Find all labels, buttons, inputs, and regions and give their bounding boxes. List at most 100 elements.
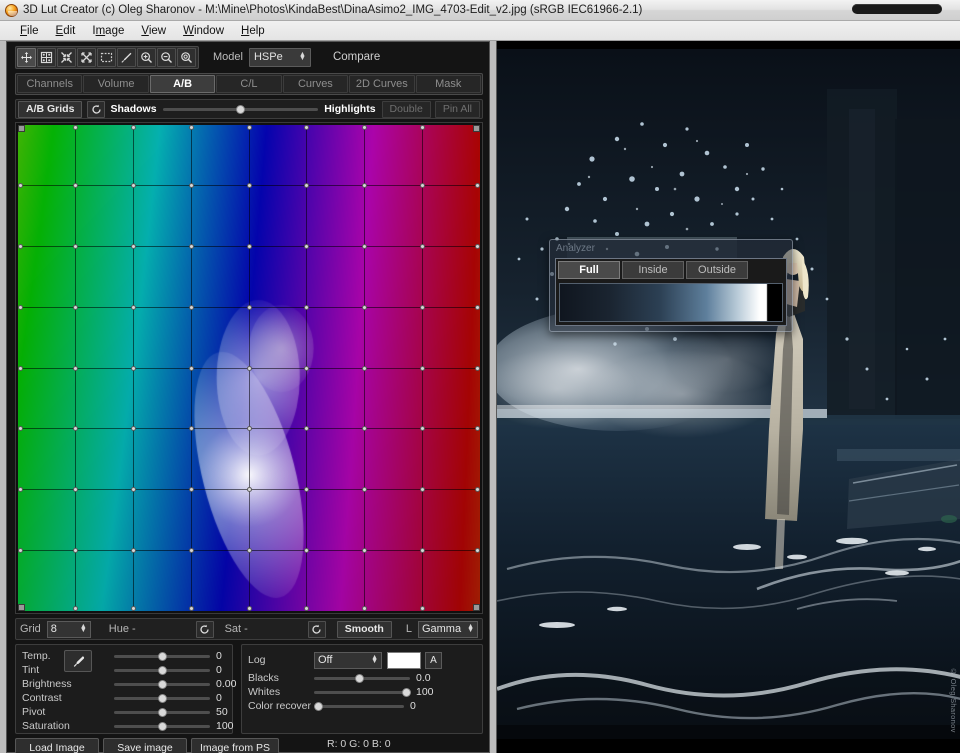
grid-node[interactable] [246,486,252,492]
tab-volume[interactable]: Volume [83,75,149,93]
window-controls-strip[interactable] [852,4,942,14]
slider-knob[interactable] [355,673,364,683]
grid-node[interactable] [361,304,367,310]
grid-edge-node[interactable] [474,365,480,371]
compare-button[interactable]: Compare [333,51,380,63]
grid-node[interactable] [419,304,425,310]
pivot-slider[interactable] [114,705,210,719]
slider-knob[interactable] [158,721,167,731]
grid-node[interactable] [72,547,78,553]
grid-node[interactable] [188,304,194,310]
grid-size-select[interactable]: 8 ▲ ▼ [46,620,91,638]
grid-node[interactable] [303,243,309,249]
grid-edge-node[interactable] [18,182,23,188]
slider-row-saturation[interactable]: Saturation 100 [22,719,234,733]
grid-edge-node[interactable] [246,605,252,611]
pin-all-button[interactable]: Pin All [434,100,480,118]
grid-edge-node[interactable] [18,547,23,553]
grid-node[interactable] [130,486,136,492]
grid-node[interactable] [130,365,136,371]
analyzer-tab-full[interactable]: Full [558,261,620,279]
grid-node[interactable] [419,365,425,371]
grid-edge-node[interactable] [303,605,309,611]
grid-edge-node[interactable] [474,547,480,553]
grid-node[interactable] [246,365,252,371]
temp-slider[interactable] [114,649,210,663]
slider-knob[interactable] [158,693,167,703]
grid-node[interactable] [419,243,425,249]
load-image-button[interactable]: Load Image [15,738,99,753]
slider-row-blacks[interactable]: Blacks 0.0 [248,671,476,685]
grid-edge-node[interactable] [474,304,480,310]
auto-button[interactable]: A [425,651,442,669]
color-grid-canvas[interactable] [18,125,480,611]
grid-node[interactable] [246,425,252,431]
grid-edge-node[interactable] [303,125,309,130]
grid-node[interactable] [419,547,425,553]
color-recover-slider[interactable] [314,699,404,713]
grid-corner-handle[interactable] [18,125,25,132]
grid-node[interactable] [188,425,194,431]
zoom-out-tool-icon[interactable] [157,47,176,67]
save-image-button[interactable]: Save image [103,738,187,753]
grid-node[interactable] [246,182,252,188]
grid-edge-node[interactable] [188,605,194,611]
grid-node[interactable] [361,182,367,188]
analyzer-tab-inside[interactable]: Inside [622,261,684,279]
smooth-button[interactable]: Smooth [336,620,392,638]
grid-node[interactable] [130,304,136,310]
grid-node[interactable] [419,486,425,492]
grid-edge-node[interactable] [130,125,136,130]
grid-node[interactable] [419,182,425,188]
grid-edge-node[interactable] [72,605,78,611]
sat-reset-icon[interactable] [307,620,326,638]
grid-node[interactable] [72,486,78,492]
grid-edge-node[interactable] [18,425,23,431]
grid-edge-node[interactable] [474,243,480,249]
image-from-ps-button[interactable]: Image from PS [191,738,279,753]
grid-node[interactable] [246,547,252,553]
grid-node[interactable] [303,425,309,431]
grid-node[interactable] [188,365,194,371]
grid-edge-node[interactable] [18,486,23,492]
grid-node[interactable] [361,365,367,371]
grid-node[interactable] [188,182,194,188]
grid-node[interactable] [246,243,252,249]
brush-tool-icon[interactable] [117,47,136,67]
grid-edge-node[interactable] [474,182,480,188]
saturation-slider[interactable] [114,719,210,733]
tab-mask[interactable]: Mask [415,75,481,93]
slider-row-pivot[interactable]: Pivot 50 [22,705,228,719]
zoom-fit-tool-icon[interactable] [177,47,196,67]
slider-row-temp[interactable]: Temp. 0 [22,649,226,663]
grid-node[interactable] [361,486,367,492]
grid-edge-node[interactable] [246,125,252,130]
grid-node[interactable] [188,547,194,553]
grid-corner-handle[interactable] [18,604,25,611]
whites-slider[interactable] [314,685,411,699]
ab-grids-button[interactable]: A/B Grids [18,100,83,118]
slider-knob[interactable] [402,687,411,697]
log-select[interactable]: Off ▲ ▼ [314,651,382,669]
grid-node[interactable] [130,425,136,431]
grid-node[interactable] [72,182,78,188]
eyedropper-icon[interactable] [64,650,92,672]
slider-row-color-recover[interactable]: Color recover 0 [248,699,476,713]
grid-node[interactable] [303,304,309,310]
grid-node[interactable] [361,243,367,249]
tab-ab[interactable]: A/B [149,75,216,93]
tint-slider[interactable] [114,663,210,677]
slider-knob[interactable] [158,665,167,675]
grid-edge-node[interactable] [130,605,136,611]
menu-edit[interactable]: Edit [48,23,84,39]
converge-tool-icon[interactable] [57,47,76,67]
grid-node[interactable] [72,425,78,431]
grid-node[interactable] [303,365,309,371]
menu-view[interactable]: View [133,23,174,39]
grid-edge-node[interactable] [474,486,480,492]
grid-corner-handle[interactable] [473,125,480,132]
grid-node[interactable] [72,243,78,249]
grid-edge-node[interactable] [18,365,23,371]
grid-edge-node[interactable] [419,605,425,611]
grid-node[interactable] [72,365,78,371]
